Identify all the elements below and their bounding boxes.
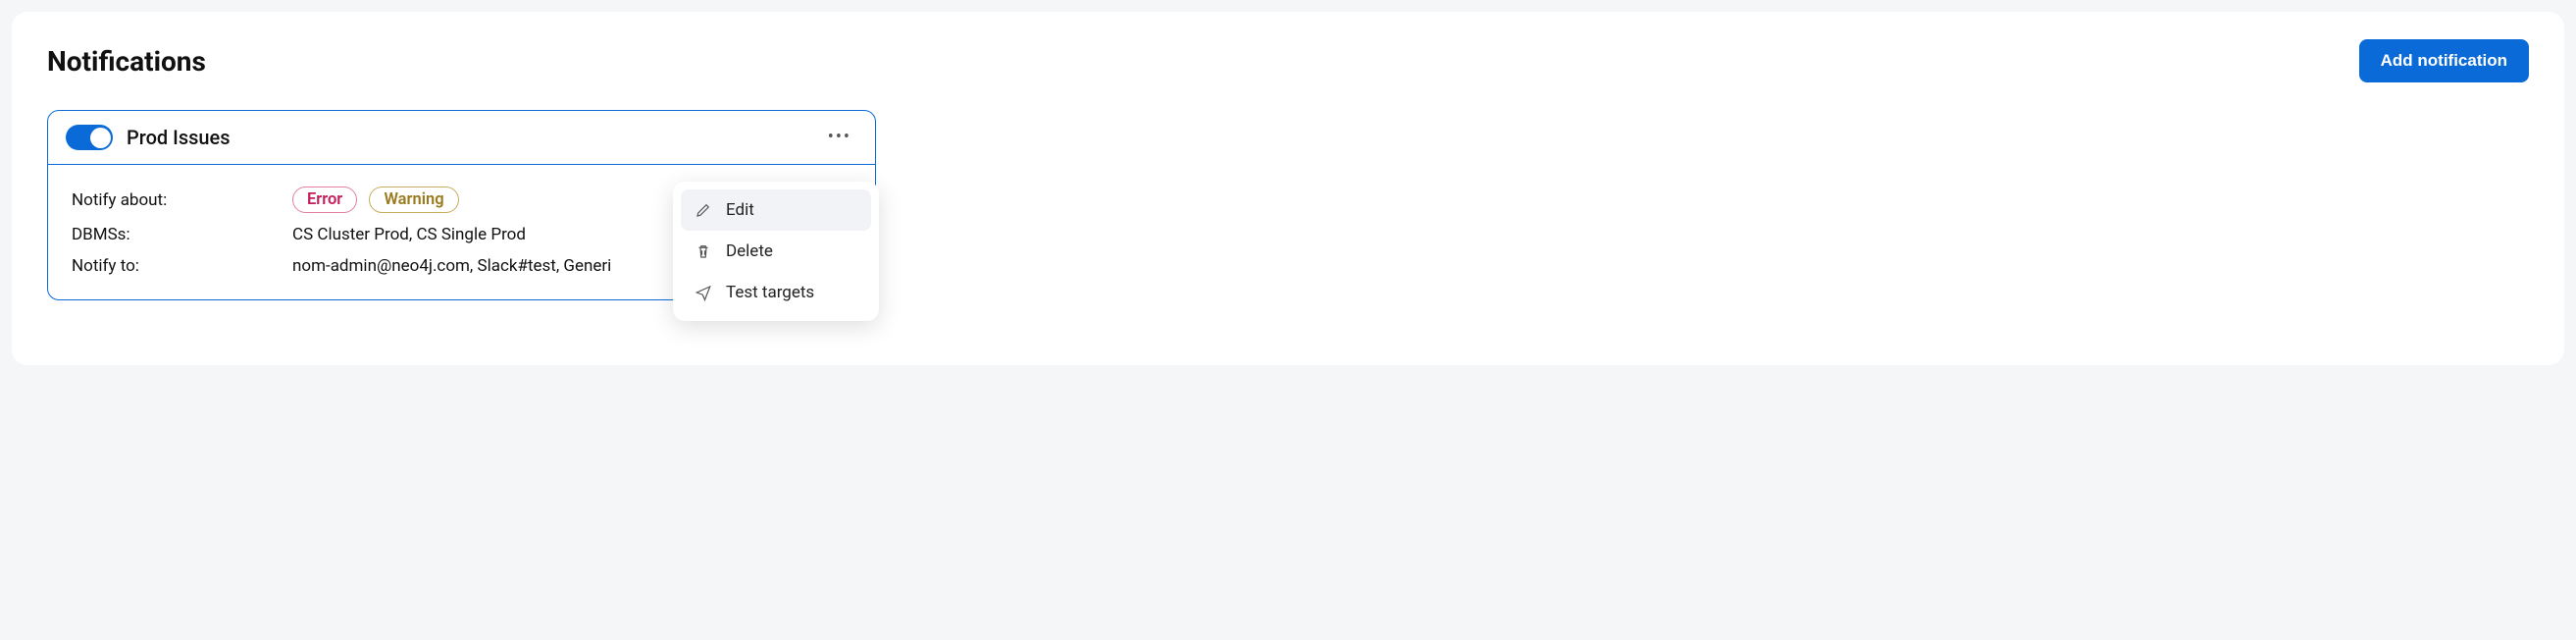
card-title: Prod Issues	[127, 126, 822, 149]
add-notification-button[interactable]: Add notification	[2359, 39, 2529, 82]
notify-to-value: nom-admin@neo4j.com, Slack#test, Generi	[292, 256, 611, 276]
error-badge: Error	[292, 187, 357, 213]
enable-toggle[interactable]	[66, 125, 113, 150]
header-row: Notifications Add notification	[47, 39, 2529, 82]
trash-icon	[695, 242, 712, 260]
more-menu-button[interactable]: •••	[822, 125, 857, 150]
notify-to-label: Notify to:	[72, 256, 292, 276]
page-title: Notifications	[47, 45, 206, 78]
menu-item-test-label: Test targets	[726, 283, 814, 302]
menu-item-delete-label: Delete	[726, 241, 773, 261]
toggle-knob	[90, 128, 111, 148]
dbms-label: DBMSs:	[72, 225, 292, 244]
menu-item-delete[interactable]: Delete	[681, 231, 871, 272]
notify-about-label: Notify about:	[72, 190, 292, 210]
dbms-value: CS Cluster Prod, CS Single Prod	[292, 225, 526, 244]
pencil-icon	[695, 201, 712, 219]
notify-about-value: Error Warning	[292, 187, 467, 213]
menu-item-edit[interactable]: Edit	[681, 189, 871, 231]
notification-card: Prod Issues ••• Notify about: Error Warn…	[47, 110, 876, 300]
context-menu: Edit Delete Test targets	[673, 182, 879, 321]
menu-item-edit-label: Edit	[726, 200, 754, 220]
warning-badge: Warning	[369, 187, 458, 213]
card-header: Prod Issues •••	[48, 111, 875, 165]
send-icon	[695, 284, 712, 301]
menu-item-test-targets[interactable]: Test targets	[681, 272, 871, 313]
notifications-panel: Notifications Add notification Prod Issu…	[12, 12, 2564, 365]
